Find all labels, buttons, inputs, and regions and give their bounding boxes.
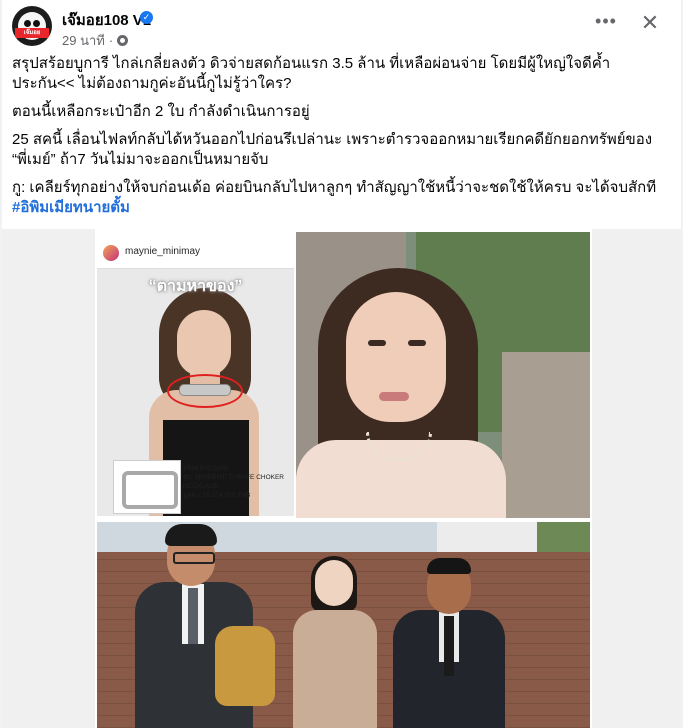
post-text: สรุปสร้อยบูการี ไกล่เกลี่ยลงตัว ดิวจ่ายส… [12, 54, 667, 226]
ig-username: maynie_minimay [125, 246, 201, 257]
avatar-badge: เจ๊มอย [15, 28, 49, 38]
glasses [173, 552, 215, 564]
product-line: NECKLACE [183, 483, 219, 490]
product-line: มูลค่า: 15,274,000 THB [183, 492, 251, 499]
red-highlight-circle [167, 374, 243, 408]
group-photo [97, 522, 590, 728]
product-thumbnail [113, 460, 181, 514]
man-tie [188, 588, 198, 644]
product-details: สร้อย BVLGARI รุ่น: SERPENTI TUBAFE CHOK… [183, 464, 291, 500]
necklace-product-icon [122, 471, 178, 509]
post-card: เจ๊มอย เจ๊มอย108 V1 ✓ 29 นาที · ••• ✕ สรุ… [2, 0, 681, 728]
man-hair [427, 558, 471, 574]
post-paragraph: กู: เคลียร์ทุกอย่างให้จบก่อนเด้อ ค่อยบิน… [12, 179, 657, 196]
avatar-eye-right [33, 20, 40, 27]
instagram-screenshot: maynie_minimay “ตามหาของ” สร้อย BVLGARI … [97, 238, 294, 516]
woman-lips [379, 392, 409, 401]
man-hair [165, 524, 217, 546]
woman-face [177, 310, 231, 376]
woman-face [346, 292, 446, 422]
man-tie [444, 616, 454, 676]
audience-icon[interactable] [117, 35, 129, 46]
ig-header: maynie_minimay [97, 238, 294, 269]
page-avatar[interactable]: เจ๊มอย [12, 6, 52, 46]
woman-eye [408, 340, 426, 346]
post-paragraph: 25 สคนี้ เลื่อนไฟลท์กลับได้หวันออกไปก่อน… [12, 131, 653, 168]
post-meta: 29 นาที · [62, 30, 129, 51]
portrait-photo [296, 232, 590, 518]
page-name[interactable]: เจ๊มอย108 V1 [62, 8, 151, 32]
meta-separator: · [108, 33, 114, 48]
close-icon[interactable]: ✕ [636, 10, 664, 38]
hashtag-link[interactable]: #อิพิมเมียทนายตั้ม [12, 199, 130, 216]
post-time[interactable]: 29 นาที [62, 33, 105, 48]
verified-badge-icon: ✓ [140, 11, 153, 24]
avatar-eye-left [24, 20, 31, 27]
ig-avatar [103, 245, 119, 261]
ig-caption: “ตามหาของ” [148, 278, 243, 295]
woman-face [315, 560, 353, 606]
post-header: เจ๊มอย เจ๊มอย108 V1 ✓ 29 นาที · ••• ✕ [12, 6, 672, 48]
yellow-bag [215, 626, 275, 706]
stairs [502, 352, 590, 518]
photo-collage[interactable]: maynie_minimay “ตามหาของ” สร้อย BVLGARI … [95, 228, 592, 728]
product-line: รุ่น: SERPENTI TUBAFE CHOKER [183, 474, 284, 481]
more-options-icon[interactable]: ••• [592, 10, 620, 38]
post-paragraph: ตอนนี้เหลือกระเป๋าอีก 2 ใบ กำลังดำเนินกา… [12, 103, 310, 120]
product-line: สร้อย BVLGARI [183, 465, 229, 472]
woman-dress [293, 610, 377, 728]
woman-eye [368, 340, 386, 346]
post-paragraph: สรุปสร้อยบูการี ไกล่เกลี่ยลงตัว ดิวจ่ายส… [12, 55, 611, 92]
